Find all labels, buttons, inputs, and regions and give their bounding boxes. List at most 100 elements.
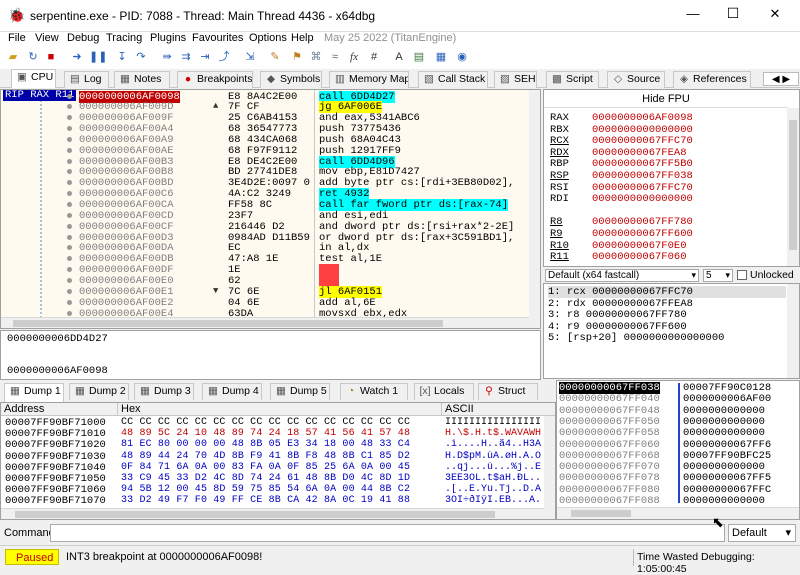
register-name[interactable]: R11 xyxy=(550,251,569,263)
menu-favourites[interactable]: Favourites xyxy=(192,32,243,44)
disassembly-row[interactable]: 000000006AF00BD 3E4D2E:0097 0 add byte ptr… xyxy=(1,177,540,189)
tab-call-stack[interactable]: ▧ Call Stack xyxy=(418,71,488,88)
tab-dump-4[interactable]: ▦ Dump 4 xyxy=(202,383,262,400)
breakpoint-dot-icon[interactable] xyxy=(67,299,72,305)
dump-hex-bytes[interactable]: 48 89 5C 24 10 48 89 74 24 18 57 41 56 4… xyxy=(121,428,410,439)
stack-address[interactable]: 00000000067FF070 xyxy=(559,461,660,473)
register-value[interactable]: 00000000067FFC70 xyxy=(592,135,693,147)
trace-into-icon[interactable]: ⇛ xyxy=(160,50,174,64)
dump-header-address[interactable]: Address xyxy=(1,403,118,416)
hide-fpu-button[interactable]: Hide FPU xyxy=(544,90,788,108)
stack-value[interactable]: 0000000000000 xyxy=(683,461,799,473)
breakpoint-dot-icon[interactable] xyxy=(67,223,72,229)
tab-breakpoints[interactable]: ● Breakpoints xyxy=(177,71,253,88)
dump-ascii[interactable]: H.D$pM.ùA.øH.Á.Ò xyxy=(445,451,544,462)
run-to-user-icon[interactable]: ⇥ xyxy=(198,50,212,64)
breakpoint-dot-icon[interactable] xyxy=(67,180,72,186)
register-value[interactable]: 00000000067FF038 xyxy=(592,170,693,182)
font-icon[interactable]: A xyxy=(392,50,406,64)
command-input[interactable] xyxy=(50,524,725,542)
arguments-vscroll[interactable] xyxy=(787,284,799,378)
tab-dump-5[interactable]: ▦ Dump 5 xyxy=(270,383,330,400)
breakpoint-dot-icon[interactable] xyxy=(67,126,72,132)
stack-address[interactable]: 00000000067FF088 xyxy=(559,495,660,507)
breakpoint-dot-icon[interactable] xyxy=(67,191,72,197)
dump-ascii[interactable]: 3ÒI÷ðIÿÎ.ÊB...A. xyxy=(445,495,544,506)
hash-icon[interactable]: # xyxy=(367,50,381,64)
dump-hex-bytes[interactable]: 33 C9 45 33 D2 4C 8D 74 24 61 48 8B D0 4… xyxy=(121,473,410,484)
register-name[interactable]: R10 xyxy=(550,240,569,252)
menu-options[interactable]: Options xyxy=(249,32,287,44)
stack-address[interactable]: 00000000067FF058 xyxy=(559,427,660,439)
breakpoint-dot-icon[interactable] xyxy=(67,202,72,207)
stack-address[interactable]: 00000000067FF080 xyxy=(559,484,660,496)
close-button[interactable]: ✕ xyxy=(760,6,790,22)
tab-references[interactable]: ◈ References xyxy=(673,71,751,88)
breakpoint-dot-icon[interactable] xyxy=(67,115,72,121)
register-name[interactable]: RSP xyxy=(550,170,569,182)
dump-ascii[interactable]: .ì....H..ã4..H3Ä xyxy=(445,439,544,450)
breakpoint-dot-icon[interactable] xyxy=(67,169,72,175)
callconv-select[interactable]: Default (x64 fastcall) ▾ xyxy=(545,269,699,282)
register-value[interactable]: 0000000000000000 xyxy=(592,124,693,136)
dump-header-ascii[interactable]: ASCII xyxy=(442,403,555,416)
dump-hex-bytes[interactable]: 0F 84 71 6A 0A 00 83 FA 0A 0F 85 25 6A 0… xyxy=(121,462,410,473)
stack-value[interactable]: 00000000067FFC xyxy=(683,484,799,496)
label-icon[interactable]: ⚑ xyxy=(290,50,304,64)
tab-source[interactable]: ◇ Source xyxy=(607,71,665,88)
breakpoint-dot-icon[interactable] xyxy=(67,267,72,273)
tab-memory-map[interactable]: ▥ Memory Map xyxy=(329,71,409,88)
breakpoint-dot-icon[interactable] xyxy=(67,310,72,316)
tab-dump-3[interactable]: ▦ Dump 3 xyxy=(134,383,194,400)
dump-hex-bytes[interactable]: CC CC CC CC CC CC CC CC CC CC CC CC CC C… xyxy=(121,417,410,428)
stack-value[interactable]: 0000000000000 xyxy=(683,495,799,507)
tab-dump-1[interactable]: ▦ Dump 1 xyxy=(4,383,64,402)
menu-view[interactable]: View xyxy=(35,32,59,44)
dump-hex-bytes[interactable]: 48 89 44 24 70 4D 8B F9 41 8B F8 48 8B C… xyxy=(121,451,410,462)
disassembly-row[interactable]: 000000006AF009D ▲ 7F CF jg 6AF006E xyxy=(1,101,540,114)
dump-address[interactable]: 00007FF90BF71070 xyxy=(5,495,106,507)
stack-pane[interactable]: 00000000067FF038 00007FF90C0128 0000000006… xyxy=(556,380,800,520)
module-icon[interactable]: ▤ xyxy=(412,50,426,64)
stack-address[interactable]: 00000000067FF038 xyxy=(559,382,660,394)
disassembly-row[interactable]: 000000006AF00B3 E8 DE4C2E00 call 6DD4D96 xyxy=(1,155,540,168)
breakpoint-dot-icon[interactable] xyxy=(67,256,72,262)
tab-seh[interactable]: ▨ SEH xyxy=(494,71,537,88)
register-name[interactable]: RCX xyxy=(550,135,569,147)
register-value[interactable]: 00000000067FF600 xyxy=(592,228,693,240)
tab-dump-2[interactable]: ▦ Dump 2 xyxy=(69,383,129,400)
disassembly-row[interactable]: 000000006AF00A4 68 36547773 push 73775436 xyxy=(1,123,540,135)
dump-address[interactable]: 00007FF90BF71010 xyxy=(5,428,106,440)
argument-row[interactable]: 2: rdx 00000000067FFEA8 xyxy=(548,298,693,310)
argument-row[interactable]: 1: rcx 00000000067FFC70 xyxy=(548,286,786,298)
command-mode-select[interactable]: Default ▾ xyxy=(728,524,796,542)
register-name[interactable]: R8 xyxy=(550,216,563,228)
disassembly-row[interactable]: 000000006AF00E1 ▼ 7C 6E jl 6AF0151 xyxy=(1,285,540,298)
dump-ascii[interactable]: .[..E.Yu.Tj..D.Â xyxy=(445,484,544,495)
function-icon[interactable]: ≈ xyxy=(328,50,342,64)
stack-value[interactable]: 0000000000000 xyxy=(683,405,799,417)
menu-file[interactable]: File xyxy=(8,32,26,44)
disassembly-row[interactable]: 000000006AF00DB 47:A8 1E test al,1E xyxy=(1,253,540,265)
stack-address[interactable]: 00000000067FF060 xyxy=(559,439,660,451)
stack-value[interactable]: 00000000067FF5 xyxy=(683,472,799,484)
register-value[interactable]: 00000000067F060 xyxy=(592,251,687,263)
pause-icon[interactable]: ❚❚ xyxy=(89,50,107,64)
dump-address[interactable]: 00007FF90BF71000 xyxy=(5,417,106,429)
dump-header-hex[interactable]: Hex xyxy=(118,403,442,416)
stack-address[interactable]: 00000000067FF048 xyxy=(559,405,660,417)
stack-address[interactable]: 00000000067FF078 xyxy=(559,472,660,484)
menu-help[interactable]: Help xyxy=(291,32,314,44)
breakpoint-dot-icon[interactable] xyxy=(67,147,72,153)
breakpoint-dot-icon[interactable] xyxy=(67,288,72,294)
trace-over-icon[interactable]: ⇉ xyxy=(179,50,193,64)
disassembly-row[interactable]: 000000006AF00CA FF58 8C call far fword ptr… xyxy=(1,199,540,211)
arg-count-spinner[interactable]: 5 ▾ xyxy=(703,269,733,282)
stack-address[interactable]: 00000000067FF040 xyxy=(559,393,660,405)
register-value[interactable]: 00000000067FEA8 xyxy=(592,147,687,159)
tab-locals[interactable]: [x] Locals xyxy=(414,383,474,400)
animate-icon[interactable]: ⇲ xyxy=(243,50,257,64)
disassembly-row[interactable]: 000000006AF00A9 68 434CA068 push 68A04C43 xyxy=(1,134,540,146)
breakpoint-dot-icon[interactable] xyxy=(67,212,72,218)
tab-log[interactable]: ▤ Log xyxy=(64,71,109,88)
